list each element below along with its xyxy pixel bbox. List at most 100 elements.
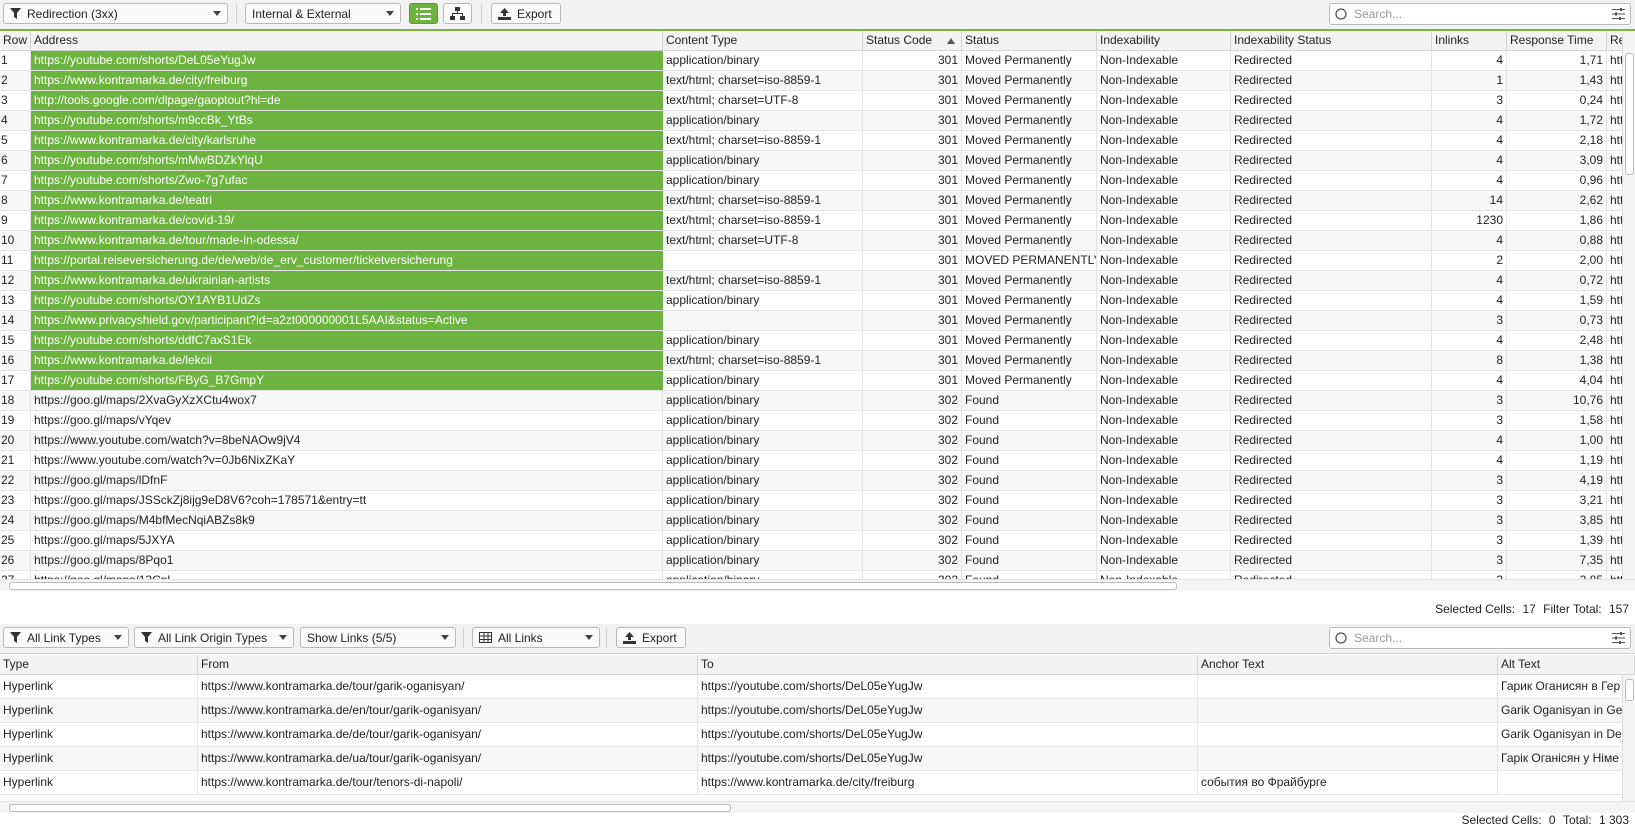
indexability-cell[interactable]: Non-Indexable [1097,371,1231,390]
response-time-cell[interactable]: 1,00 [1507,431,1607,450]
anchor-text-cell[interactable] [1198,675,1498,698]
status-cell[interactable]: Found [962,491,1097,510]
indexability-status-cell[interactable]: Redirected [1231,411,1432,430]
address-cell[interactable]: https://goo.gl/maps/2XvaGyXzXCtu4wox7 [31,391,663,410]
indexability-cell[interactable]: Non-Indexable [1097,291,1231,310]
link-to-cell[interactable]: https://youtube.com/shorts/DeL05eYugJw [698,723,1198,746]
status-cell[interactable]: Moved Permanently [962,291,1097,310]
indexability-status-cell[interactable]: Redirected [1231,91,1432,110]
status-code-cell[interactable]: 301 [863,131,962,150]
content-type-cell[interactable]: text/html; charset=UTF-8 [663,91,863,110]
indexability-status-cell[interactable]: Redirected [1231,511,1432,530]
content-type-cell[interactable]: text/html; charset=iso-8859-1 [663,131,863,150]
row-number-cell[interactable]: 20 [0,431,31,450]
link-row[interactable]: Hyperlink https://www.kontramarka.de/tour… [0,675,1635,699]
table-row[interactable]: 2 https://www.kontramarka.de/city/freibur… [0,71,1635,91]
status-code-cell[interactable]: 301 [863,171,962,190]
filter-dropdown[interactable]: Redirection (3xx) [3,3,228,24]
indexability-cell[interactable]: Non-Indexable [1097,191,1231,210]
search-box[interactable] [1329,3,1631,25]
link-to-cell[interactable]: https://youtube.com/shorts/DeL05eYugJw [698,675,1198,698]
status-cell[interactable]: Moved Permanently [962,211,1097,230]
link-row[interactable]: Hyperlink https://www.kontramarka.de/tour… [0,771,1635,795]
inlinks-cell[interactable]: 4 [1432,151,1507,170]
address-cell[interactable]: https://goo.gl/maps/M4bfMecNqiABZs8k9 [31,511,663,530]
indexability-cell[interactable]: Non-Indexable [1097,171,1231,190]
row-number-cell[interactable]: 19 [0,411,31,430]
row-number-cell[interactable]: 5 [0,131,31,150]
indexability-cell[interactable]: Non-Indexable [1097,231,1231,250]
address-cell[interactable]: https://goo.gl/maps/lDfnF [31,471,663,490]
links-search-box[interactable] [1329,627,1631,649]
link-type-cell[interactable]: Hyperlink [0,747,198,770]
content-type-cell[interactable] [663,311,863,330]
inlinks-cell[interactable]: 3 [1432,511,1507,530]
address-cell[interactable]: https://www.kontramarka.de/ukrainian-art… [31,271,663,290]
row-number-cell[interactable]: 4 [0,111,31,130]
response-time-cell[interactable]: 1,39 [1507,531,1607,550]
row-number-cell[interactable]: 26 [0,551,31,570]
response-time-cell[interactable]: 1,86 [1507,211,1607,230]
status-code-cell[interactable]: 302 [863,471,962,490]
status-code-cell[interactable]: 301 [863,351,962,370]
row-number-cell[interactable]: 16 [0,351,31,370]
anchor-text-cell[interactable] [1198,747,1498,770]
inlinks-column-header[interactable]: Inlinks [1432,31,1507,50]
table-row[interactable]: 13 https://youtube.com/shorts/OY1AYB1UdZs… [0,291,1635,311]
table-row[interactable]: 23 https://goo.gl/maps/JSSckZj8ijg9eD8V6?… [0,491,1635,511]
row-number-cell[interactable]: 21 [0,451,31,470]
indexability-cell[interactable]: Non-Indexable [1097,131,1231,150]
inlinks-cell[interactable]: 1230 [1432,211,1507,230]
status-code-cell[interactable]: 302 [863,551,962,570]
status-code-cell[interactable]: 302 [863,391,962,410]
indexability-cell[interactable]: Non-Indexable [1097,431,1231,450]
link-from-cell[interactable]: https://www.kontramarka.de/tour/garik-og… [198,675,698,698]
table-row[interactable]: 11 https://portal.reiseversicherung.de/de… [0,251,1635,271]
response-time-cell[interactable]: 3,85 [1507,511,1607,530]
response-time-cell[interactable]: 4,04 [1507,371,1607,390]
inlinks-cell[interactable]: 3 [1432,471,1507,490]
response-time-cell[interactable]: 1,72 [1507,111,1607,130]
status-code-cell[interactable]: 301 [863,251,962,270]
indexability-status-cell[interactable]: Redirected [1231,231,1432,250]
indexability-status-cell[interactable]: Redirected [1231,291,1432,310]
status-cell[interactable]: Moved Permanently [962,191,1097,210]
row-number-cell[interactable]: 1 [0,51,31,70]
link-type-cell[interactable]: Hyperlink [0,723,198,746]
main-vertical-scrollbar[interactable] [1622,31,1635,579]
address-cell[interactable]: https://www.kontramarka.de/teatri [31,191,663,210]
alt-text-cell[interactable]: Гарик Оганисян в Гер [1498,675,1635,698]
scope-dropdown[interactable]: Internal & External [245,3,401,24]
inlinks-cell[interactable]: 4 [1432,51,1507,70]
status-code-cell[interactable]: 302 [863,511,962,530]
content-type-cell[interactable]: application/binary [663,431,863,450]
scrollbar-thumb[interactable] [1625,679,1634,701]
row-number-cell[interactable]: 8 [0,191,31,210]
status-cell[interactable]: Moved Permanently [962,111,1097,130]
row-number-cell[interactable]: 7 [0,171,31,190]
indexability-status-cell[interactable]: Redirected [1231,491,1432,510]
status-code-cell[interactable]: 301 [863,311,962,330]
inlinks-cell[interactable]: 3 [1432,491,1507,510]
content-type-cell[interactable]: application/binary [663,111,863,130]
address-cell[interactable]: https://goo.gl/maps/JSSckZj8ijg9eD8V6?co… [31,491,663,510]
link-origin-types-dropdown[interactable]: All Link Origin Types [134,627,294,648]
status-code-cell[interactable]: 302 [863,491,962,510]
anchor-text-cell[interactable]: события во Фрайбурге [1198,771,1498,794]
indexability-cell[interactable]: Non-Indexable [1097,51,1231,70]
address-column-header[interactable]: Address [31,31,663,50]
status-code-cell[interactable]: 301 [863,211,962,230]
address-cell[interactable]: https://www.privacyshield.gov/participan… [31,311,663,330]
indexability-cell[interactable]: Non-Indexable [1097,391,1231,410]
indexability-status-cell[interactable]: Redirected [1231,251,1432,270]
address-cell[interactable]: https://portal.reiseversicherung.de/de/w… [31,251,663,270]
link-row[interactable]: Hyperlink https://www.kontramarka.de/en/t… [0,699,1635,723]
address-cell[interactable]: https://youtube.com/shorts/Zwo-7g7ufac [31,171,663,190]
address-cell[interactable]: https://youtube.com/shorts/DeL05eYugJw [31,51,663,70]
link-type-cell[interactable]: Hyperlink [0,675,198,698]
alt-text-cell[interactable]: Garik Oganisyan in Deu [1498,723,1635,746]
settings-sliders-icon[interactable] [1612,8,1625,20]
response-time-column-header[interactable]: Response Time [1507,31,1607,50]
to-column-header[interactable]: To [698,655,1198,674]
links-horizontal-scrollbar[interactable] [0,801,1635,813]
